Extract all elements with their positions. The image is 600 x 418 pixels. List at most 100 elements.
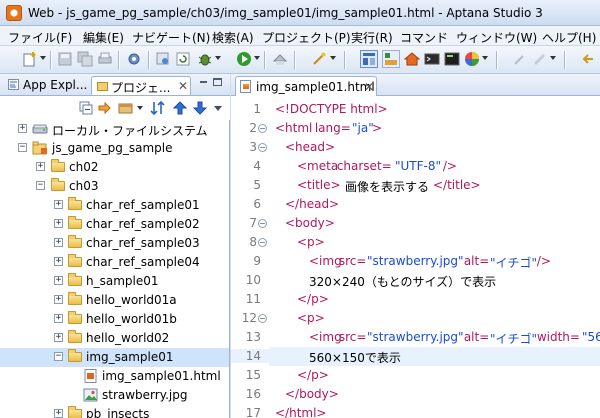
package-icon[interactable] xyxy=(118,100,134,116)
tree-expander[interactable]: + xyxy=(36,162,45,171)
menu-navigate[interactable]: ナビゲート(N) xyxy=(132,29,210,46)
tree-expander[interactable]: + xyxy=(54,200,63,209)
maximize-icon[interactable] xyxy=(213,78,222,86)
tree-expander[interactable]: − xyxy=(18,143,27,152)
fold-toggle-icon[interactable]: − xyxy=(258,143,267,152)
tree-item-label: js_game_pg_sample xyxy=(52,141,173,155)
tree-expander[interactable]: + xyxy=(54,276,63,285)
tab-project-explorer-label: プロジェ... xyxy=(111,81,171,95)
tree-item-folder[interactable]: + char_ref_sample02 xyxy=(0,215,229,234)
code-value: "ja" xyxy=(352,121,374,135)
minimize-icon[interactable] xyxy=(200,81,207,83)
tree-expander[interactable]: + xyxy=(54,257,63,266)
tab-img-sample01-html[interactable]: img_sample01.html ✕ xyxy=(235,76,377,96)
line-number: 9 xyxy=(253,254,261,268)
tree-item-label: hello_world01b xyxy=(86,312,177,326)
code-tag: </head> xyxy=(285,197,340,211)
tree-expander[interactable]: + xyxy=(54,409,63,418)
tree-item-folder-selected[interactable]: − img_sample01 xyxy=(0,348,229,367)
tab-app-explorer[interactable]: App Expl... xyxy=(2,76,90,95)
arrow-up-icon[interactable] xyxy=(172,100,188,116)
theme-dropdown-icon[interactable] xyxy=(482,56,488,60)
tree-expander[interactable]: + xyxy=(18,124,27,133)
external-tools-icon[interactable] xyxy=(155,51,171,67)
save-icon[interactable] xyxy=(57,51,73,67)
tree-item-folder[interactable]: + h_sample01 xyxy=(0,272,229,291)
tree-item-folder[interactable]: + char_ref_sample03 xyxy=(0,234,229,253)
tree-expander[interactable]: + xyxy=(54,219,63,228)
tree-expander[interactable]: − xyxy=(36,181,45,190)
collapse-all-icon[interactable] xyxy=(78,100,94,116)
new-dropdown-icon[interactable] xyxy=(40,56,46,60)
back-arrow-icon[interactable] xyxy=(580,51,596,67)
menu-help[interactable]: ヘルプ(H) xyxy=(542,29,596,46)
terminal-icon[interactable] xyxy=(444,51,460,67)
run-icon[interactable] xyxy=(236,51,252,67)
tree-item-folder[interactable]: + ch02 xyxy=(0,158,229,177)
tree-item-local-filesystem[interactable]: + ローカル・ファイルシステム xyxy=(0,120,229,139)
aptana-app-icon[interactable] xyxy=(6,5,22,21)
tree-item-folder[interactable]: + char_ref_sample04 xyxy=(0,253,229,272)
new-icon[interactable] xyxy=(22,51,38,67)
fold-toggle-icon[interactable]: − xyxy=(258,314,267,323)
tree-item-folder[interactable]: + char_ref_sample01 xyxy=(0,196,229,215)
code-line: </body> xyxy=(269,385,600,404)
console-icon[interactable] xyxy=(424,51,440,67)
tree-item-folder[interactable]: + hello_world02 xyxy=(0,329,229,348)
tab-project-explorer[interactable]: プロジェ... ✕ xyxy=(91,76,191,95)
pencil-icon[interactable] xyxy=(532,51,548,67)
tree-item-file[interactable]: img_sample01.html xyxy=(0,367,229,386)
tree-expander[interactable]: + xyxy=(54,314,63,323)
close-tab-icon[interactable]: ✕ xyxy=(178,79,188,93)
home-icon[interactable] xyxy=(404,51,420,67)
tree-item-label: ローカル・ファイルシステム xyxy=(52,124,208,138)
fold-toggle-icon[interactable]: − xyxy=(258,238,267,247)
annotation-icon[interactable] xyxy=(512,51,528,67)
line-number: 17 xyxy=(245,406,261,418)
tree-expander[interactable]: − xyxy=(54,352,63,361)
debug-dropdown-icon[interactable] xyxy=(215,56,221,60)
package-dropdown-icon[interactable] xyxy=(137,106,143,110)
refresh-icon[interactable] xyxy=(175,51,191,67)
tree-item-folder[interactable]: − ch03 xyxy=(0,177,229,196)
pencil-dropdown-icon[interactable] xyxy=(550,56,556,60)
tree-item-folder[interactable]: + pb_insects xyxy=(0,405,229,418)
left-pane: App Expl... プロジェ... ✕ + ローカル・ファイルシステム − … xyxy=(0,74,230,418)
wand-icon[interactable] xyxy=(311,51,327,67)
code-area[interactable]: <!DOCTYPE html> <html lang= "ja" > <head… xyxy=(269,96,600,418)
code-tag: </html> xyxy=(275,406,327,418)
tree-expander[interactable]: + xyxy=(54,238,63,247)
menu-search[interactable]: 検索(A) xyxy=(212,29,254,46)
menu-project[interactable]: プロジェクト(P) xyxy=(262,29,351,46)
arrow-down-icon[interactable] xyxy=(192,100,208,116)
menu-run[interactable]: 実行(R) xyxy=(351,29,393,46)
menu-commands[interactable]: コマンド xyxy=(400,29,448,46)
print-icon[interactable] xyxy=(97,51,113,67)
sync-icon[interactable] xyxy=(150,100,166,116)
tree-expander[interactable]: + xyxy=(54,333,63,342)
link-editor-icon[interactable] xyxy=(97,100,113,116)
menu-file[interactable]: ファイル(F) xyxy=(8,29,72,46)
settings-icon[interactable] xyxy=(126,51,142,67)
perspective-ruby-icon[interactable] xyxy=(382,50,400,68)
fold-toggle-icon[interactable]: − xyxy=(258,219,267,228)
deploy-icon[interactable] xyxy=(272,51,288,67)
code-tag-end: /> xyxy=(439,159,457,173)
tree-item-file[interactable]: strawberry.jpg xyxy=(0,386,229,405)
line-number: 5 xyxy=(253,178,261,192)
tree-item-folder[interactable]: + hello_world01b xyxy=(0,310,229,329)
view-menu-icon[interactable] xyxy=(214,106,222,111)
run-dropdown-icon[interactable] xyxy=(254,56,260,60)
save-all-icon[interactable] xyxy=(77,51,93,67)
menu-window[interactable]: ウィンドウ(W) xyxy=(456,29,537,46)
tree-expander[interactable]: + xyxy=(54,295,63,304)
wand-dropdown-icon[interactable] xyxy=(330,56,336,60)
color-theme-icon[interactable] xyxy=(464,51,480,67)
debug-icon[interactable] xyxy=(197,51,213,67)
close-editor-tab-icon[interactable]: ✕ xyxy=(364,80,374,94)
perspective-web-icon[interactable] xyxy=(360,50,378,68)
fold-toggle-icon[interactable]: − xyxy=(258,124,267,133)
tree-item-folder[interactable]: + hello_world01a xyxy=(0,291,229,310)
tree-item-project[interactable]: − js_game_pg_sample xyxy=(0,139,229,158)
menu-edit[interactable]: 編集(E) xyxy=(83,29,124,46)
